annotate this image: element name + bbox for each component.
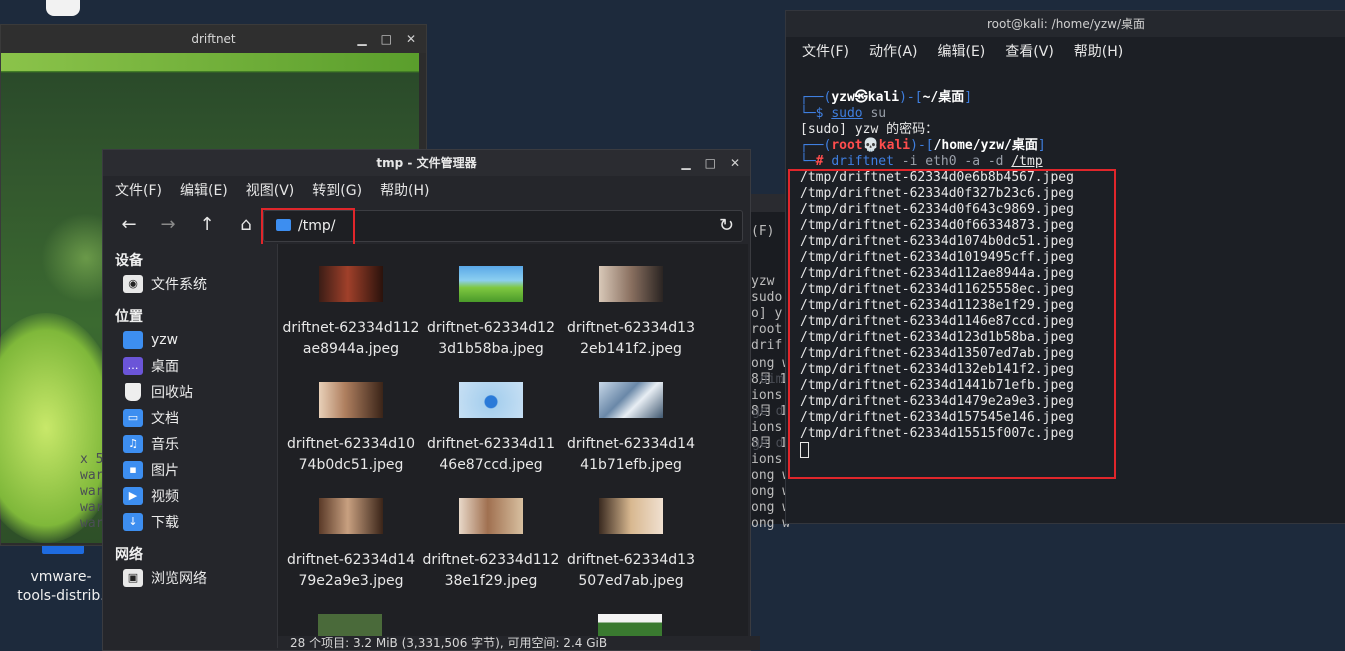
fm-menu-edit[interactable]: 编辑(E) <box>168 176 234 206</box>
background-terminal-line: ions <box>751 420 783 435</box>
file-grid: driftnet-62334d112 ae8944a.jpeg driftnet-… <box>278 244 748 636</box>
background-terminal-line: (F) <box>751 224 775 239</box>
minimize-icon[interactable]: ▁ <box>357 32 366 46</box>
sidebar-item-videos[interactable]: ▶ 视频 <box>123 484 179 508</box>
file-manager-title: tmp - 文件管理器 <box>103 150 750 176</box>
maximize-icon[interactable]: □ <box>381 32 392 46</box>
terminal-menu-edit[interactable]: 编辑(E) <box>922 37 990 67</box>
image-thumbnail <box>599 382 663 418</box>
file-item[interactable]: driftnet-62334d14 41b71efb.jpeg <box>561 382 701 476</box>
drive-icon: ◉ <box>123 275 143 293</box>
prompt-user-host: yzw㉿kali <box>831 90 900 105</box>
terminal-title: root@kali: /home/yzw/桌面 <box>786 11 1345 37</box>
image-thumbnail <box>319 498 383 534</box>
music-folder-icon: ♫ <box>123 435 143 453</box>
file-item[interactable]: driftnet-62334d13 507ed7ab.jpeg <box>561 498 701 592</box>
file-item[interactable]: driftnet-62334d14 79e2a9e3.jpeg <box>281 498 421 592</box>
file-item[interactable]: driftnet-62334d13 2eb141f2.jpeg <box>561 266 701 360</box>
highlight-box-output <box>788 169 1116 479</box>
prompt-dir-root: /home/yzw/桌面 <box>933 138 1038 153</box>
image-thumbnail[interactable] <box>598 614 662 636</box>
sidebar-item-yzw[interactable]: yzw <box>123 328 178 352</box>
image-thumbnail[interactable] <box>318 614 382 636</box>
background-terminal-line: yzw <box>751 274 775 289</box>
minimize-icon[interactable]: ▁ <box>681 156 690 170</box>
sidebar-item-filesystem[interactable]: ◉ 文件系统 <box>123 272 207 296</box>
image-thumbnail <box>599 266 663 302</box>
file-item[interactable]: driftnet-62334d10 74b0dc51.jpeg <box>281 382 421 476</box>
reload-icon[interactable]: ↻ <box>719 211 734 241</box>
terminal-menu-view[interactable]: 查看(V) <box>989 37 1058 67</box>
prompt-dir: ~/桌面 <box>922 90 965 105</box>
videos-folder-icon: ▶ <box>123 487 143 505</box>
sidebar-item-documents[interactable]: ▭ 文档 <box>123 406 179 430</box>
status-bar: 28 个项目: 3.2 MiB (3,331,506 字节), 可用空间: 2.… <box>278 636 760 650</box>
file-manager-menubar: 文件(F) 编辑(E) 视图(V) 转到(G) 帮助(H) <box>103 176 436 206</box>
sidebar-header-devices: 设备 <box>115 253 143 269</box>
background-terminal-line: root <box>751 322 783 337</box>
network-icon: ▣ <box>123 569 143 587</box>
file-manager-toolbar: ← → ↑ ⌂ /tmp/ ↻ <box>103 206 748 248</box>
pictures-folder-icon: ▪ <box>123 461 143 479</box>
sudo-prompt: [sudo] yzw 的密码： <box>800 122 939 137</box>
terminal-menu-help[interactable]: 帮助(H) <box>1058 37 1127 67</box>
maximize-icon[interactable]: □ <box>705 156 716 170</box>
desktop-trash-icon[interactable] <box>46 0 80 16</box>
sidebar-item-music[interactable]: ♫ 音乐 <box>123 432 179 456</box>
close-icon[interactable]: ✕ <box>406 32 416 46</box>
terminal-menubar: 文件(F) 动作(A) 编辑(E) 查看(V) 帮助(H) <box>786 37 1127 67</box>
sidebar-header-places: 位置 <box>115 309 143 325</box>
background-terminal-line: ions <box>751 388 783 403</box>
fm-menu-help[interactable]: 帮助(H) <box>368 176 435 206</box>
up-arrow-icon[interactable]: ↑ <box>194 212 220 238</box>
fm-menu-view[interactable]: 视图(V) <box>234 176 301 206</box>
file-item[interactable]: driftnet-62334d112 ae8944a.jpeg <box>281 266 421 360</box>
sidebar-item-trash[interactable]: 回收站 <box>123 380 193 404</box>
terminal-menu-file[interactable]: 文件(F) <box>786 37 853 67</box>
trash-icon <box>125 383 141 401</box>
sidebar-item-browse-network[interactable]: ▣ 浏览网络 <box>123 566 207 590</box>
close-icon[interactable]: ✕ <box>730 156 740 170</box>
sidebar: 设备 ◉ 文件系统 位置 yzw … 桌面 回收站 ▭ 文档 ♫ 音乐 ▪ 图片 <box>103 244 278 648</box>
fm-menu-file[interactable]: 文件(F) <box>103 176 168 206</box>
sidebar-header-network: 网络 <box>115 547 143 563</box>
image-thumbnail <box>459 382 523 418</box>
forward-arrow-icon[interactable]: → <box>155 212 181 238</box>
home-icon[interactable]: ⌂ <box>233 212 259 238</box>
desktop-icon: … <box>123 357 143 375</box>
background-terminal-line: ions <box>751 452 783 467</box>
image-thumbnail <box>599 498 663 534</box>
downloads-folder-icon: ↓ <box>123 513 143 531</box>
sidebar-item-desktop[interactable]: … 桌面 <box>123 354 179 378</box>
file-manager-window: tmp - 文件管理器 ▁ □ ✕ 文件(F) 编辑(E) 视图(V) 转到(G… <box>102 149 760 651</box>
image-thumbnail <box>459 266 523 302</box>
background-terminal-line: drif <box>751 338 783 353</box>
documents-folder-icon: ▭ <box>123 409 143 427</box>
image-thumbnail <box>319 266 383 302</box>
terminal-menu-actions[interactable]: 动作(A) <box>853 37 922 67</box>
home-folder-icon <box>123 331 143 349</box>
file-item[interactable]: driftnet-62334d112 38e1f29.jpeg <box>421 498 561 592</box>
fm-menu-go[interactable]: 转到(G) <box>300 176 368 206</box>
image-thumbnail <box>459 498 523 534</box>
background-terminal-line: o] y <box>751 306 783 321</box>
image-thumbnail <box>319 382 383 418</box>
file-item[interactable]: driftnet-62334d12 3d1b58ba.jpeg <box>421 266 561 360</box>
back-arrow-icon[interactable]: ← <box>116 212 142 238</box>
highlight-box-location <box>261 208 355 248</box>
background-terminal-line: sudo <box>751 290 783 305</box>
terminal-window: root@kali: /home/yzw/桌面 文件(F) 动作(A) 编辑(E… <box>785 10 1345 524</box>
sidebar-item-pictures[interactable]: ▪ 图片 <box>123 458 179 482</box>
sidebar-item-downloads[interactable]: ↓ 下载 <box>123 510 179 534</box>
file-item[interactable]: driftnet-62334d11 46e87ccd.jpeg <box>421 382 561 476</box>
prompt-root-host: root💀kali <box>831 138 911 153</box>
